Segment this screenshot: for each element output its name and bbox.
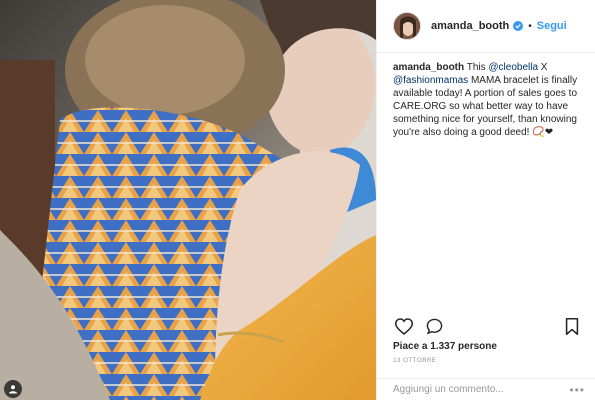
post-caption: amanda_booth This @cleobella X @fashionm… [377, 53, 595, 308]
verified-badge-icon [513, 21, 524, 31]
mention-link-fashionmamas[interactable]: @fashionmamas [393, 75, 468, 86]
caption-username[interactable]: amanda_booth [393, 62, 464, 73]
more-options-button[interactable]: ••• [569, 383, 585, 397]
avatar-image [394, 13, 420, 39]
comment-button[interactable] [423, 315, 445, 337]
person-tag-icon [9, 385, 17, 394]
post-date[interactable]: 13 OTTOBRE [393, 357, 436, 364]
post-header: amanda_booth • Segui [377, 0, 595, 53]
save-button[interactable] [561, 315, 583, 337]
tag-badge[interactable] [4, 380, 22, 398]
heart-icon [395, 317, 413, 335]
post-photo[interactable] [0, 0, 376, 400]
caption-text-before: This [466, 62, 489, 73]
likes-count[interactable]: Piace a 1.337 persone [393, 341, 497, 352]
like-button[interactable] [393, 315, 415, 337]
bookmark-icon [565, 317, 579, 335]
mention-link-cleobella[interactable]: @cleobella [488, 62, 538, 73]
header-username[interactable]: amanda_booth [431, 20, 509, 32]
comment-icon [426, 318, 442, 335]
post-image [0, 0, 376, 400]
header-separator: • [528, 20, 532, 32]
comment-input[interactable] [393, 384, 570, 395]
post-sidebar: amanda_booth • Segui amanda_booth This @… [376, 0, 595, 400]
avatar[interactable] [393, 12, 421, 40]
comment-bar: ••• [377, 378, 595, 400]
follow-button[interactable]: Segui [537, 20, 567, 32]
action-bar [393, 314, 583, 338]
caption-text-mid: X [538, 62, 548, 73]
